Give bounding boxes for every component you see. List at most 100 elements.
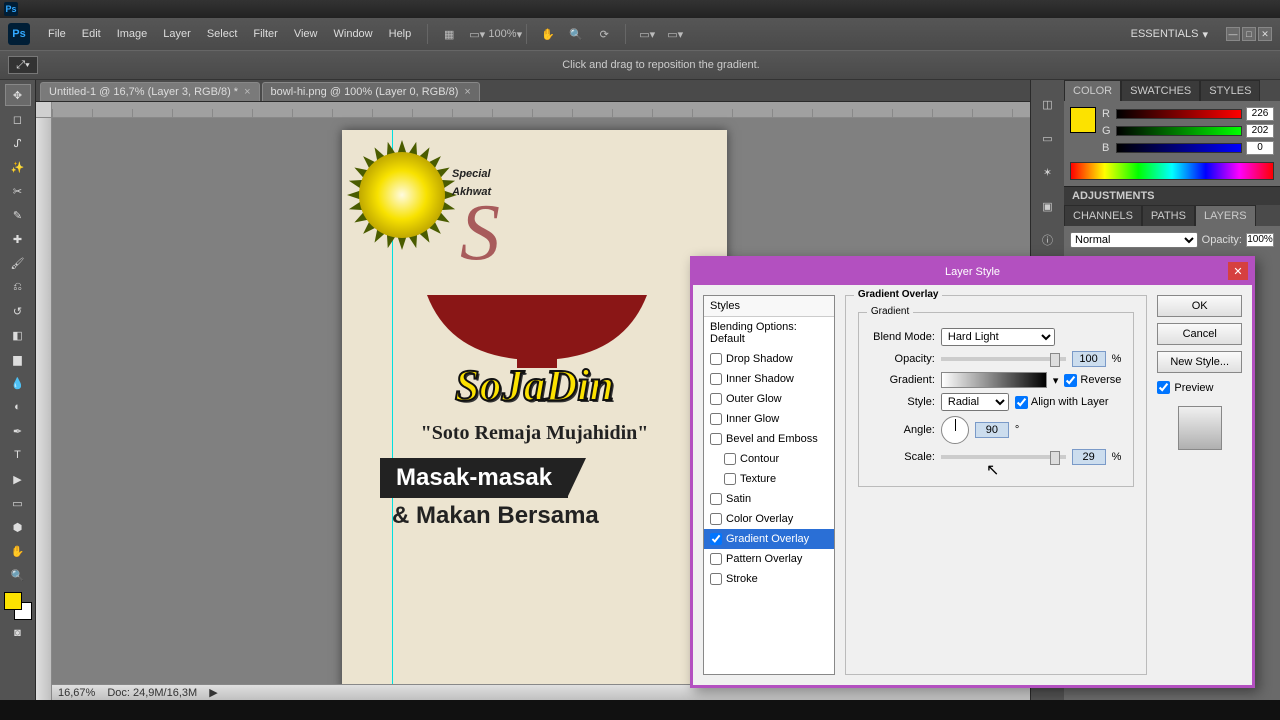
history-brush-icon[interactable]: ↺ <box>5 300 31 322</box>
panel-tab-color[interactable]: COLOR <box>1064 80 1121 101</box>
close-button[interactable]: ✕ <box>1258 27 1272 41</box>
panel-tab-paths[interactable]: PATHS <box>1142 205 1195 226</box>
zoom-readout[interactable]: 16,67% <box>58 687 95 699</box>
style-item-blending-options-default[interactable]: Blending Options: Default <box>704 317 834 349</box>
panel-tab-channels[interactable]: CHANNELS <box>1064 205 1142 226</box>
style-item-inner-shadow[interactable]: Inner Shadow <box>704 369 834 389</box>
style-checkbox[interactable] <box>710 513 722 525</box>
current-tool-icon[interactable]: ⤢▾ <box>8 56 38 74</box>
navigator-icon[interactable]: ▭ <box>1038 128 1058 148</box>
vertical-ruler[interactable] <box>36 118 52 700</box>
style-checkbox[interactable] <box>710 353 722 365</box>
rotate-view-icon[interactable]: ⟳ <box>594 24 614 44</box>
style-item-color-overlay[interactable]: Color Overlay <box>704 509 834 529</box>
chevron-down-icon[interactable]: ▾ <box>1053 374 1059 387</box>
path-select-icon[interactable]: ▶ <box>5 468 31 490</box>
menu-filter[interactable]: Filter <box>245 24 285 44</box>
styles-list-header[interactable]: Styles <box>704 296 834 317</box>
menu-help[interactable]: Help <box>381 24 420 44</box>
shape-tool-icon[interactable]: ▭ <box>5 492 31 514</box>
r-value[interactable]: 226 <box>1246 107 1274 121</box>
close-icon[interactable]: × <box>244 86 250 98</box>
g-value[interactable]: 202 <box>1246 124 1274 138</box>
menu-select[interactable]: Select <box>199 24 246 44</box>
style-checkbox[interactable] <box>710 433 722 445</box>
b-slider[interactable] <box>1116 143 1242 153</box>
brush-tool-icon[interactable]: 🖌 <box>5 252 31 274</box>
blend-mode-select[interactable]: Hard Light <box>941 328 1055 346</box>
horizontal-ruler[interactable] <box>52 102 1030 118</box>
style-checkbox[interactable] <box>710 393 722 405</box>
doc-info[interactable]: Doc: 24,9M/16,3M <box>107 687 197 699</box>
clone-source-icon[interactable]: ▣ <box>1038 196 1058 216</box>
opacity-input[interactable] <box>1072 351 1106 367</box>
launch-bridge-icon[interactable]: ▦ <box>439 24 459 44</box>
document-tab[interactable]: bowl-hi.png @ 100% (Layer 0, RGB/8)× <box>262 82 480 101</box>
screen-mode-icon[interactable]: ▭▾ <box>637 24 657 44</box>
style-checkbox[interactable] <box>710 493 722 505</box>
opacity-slider[interactable] <box>941 357 1066 361</box>
menu-view[interactable]: View <box>286 24 326 44</box>
move-tool-icon[interactable]: ✥ <box>5 84 31 106</box>
style-checkbox[interactable] <box>724 453 736 465</box>
style-checkbox[interactable] <box>724 473 736 485</box>
scale-slider[interactable] <box>941 455 1066 459</box>
marquee-tool-icon[interactable]: ◻ <box>5 108 31 130</box>
hand-icon[interactable]: ✋ <box>538 24 558 44</box>
adjustments-panel-header[interactable]: ADJUSTMENTS <box>1064 186 1280 205</box>
quickmask-icon[interactable]: ◙ <box>5 622 31 644</box>
dodge-tool-icon[interactable]: ◐ <box>5 396 31 418</box>
crop-tool-icon[interactable]: ✂ <box>5 180 31 202</box>
reverse-checkbox[interactable] <box>1064 374 1077 387</box>
menu-file[interactable]: File <box>40 24 74 44</box>
info-icon[interactable]: ⓘ <box>1038 230 1058 250</box>
blur-tool-icon[interactable]: 💧 <box>5 372 31 394</box>
style-select[interactable]: Radial <box>941 393 1009 411</box>
spectrum-picker[interactable] <box>1070 162 1274 180</box>
angle-input[interactable] <box>975 422 1009 438</box>
style-item-satin[interactable]: Satin <box>704 489 834 509</box>
angle-dial[interactable] <box>941 416 969 444</box>
eraser-tool-icon[interactable]: ◧ <box>5 324 31 346</box>
panel-tab-swatches[interactable]: SWATCHES <box>1121 80 1200 101</box>
panel-tab-layers[interactable]: LAYERS <box>1195 205 1256 226</box>
style-checkbox[interactable] <box>710 413 722 425</box>
style-item-stroke[interactable]: Stroke <box>704 569 834 589</box>
g-slider[interactable] <box>1116 126 1242 136</box>
zoom-level-icon[interactable]: 100%▾ <box>495 24 515 44</box>
style-checkbox[interactable] <box>710 553 722 565</box>
style-item-inner-glow[interactable]: Inner Glow <box>704 409 834 429</box>
layer-blend-mode[interactable]: Normal <box>1070 232 1198 248</box>
wand-tool-icon[interactable]: ✨ <box>5 156 31 178</box>
panel-tab-styles[interactable]: STYLES <box>1200 80 1260 101</box>
cancel-button[interactable]: Cancel <box>1157 323 1242 345</box>
histogram-icon[interactable]: ◫ <box>1038 94 1058 114</box>
3d-tool-icon[interactable]: ⬢ <box>5 516 31 538</box>
hand-tool-icon[interactable]: ✋ <box>5 540 31 562</box>
r-slider[interactable] <box>1116 109 1242 119</box>
lasso-tool-icon[interactable]: ᔑ <box>5 132 31 154</box>
document-tab[interactable]: Untitled-1 @ 16,7% (Layer 3, RGB/8) *× <box>40 82 260 101</box>
menu-edit[interactable]: Edit <box>74 24 109 44</box>
type-tool-icon[interactable]: T <box>5 444 31 466</box>
menu-layer[interactable]: Layer <box>155 24 199 44</box>
layer-opacity-value[interactable]: 100% <box>1246 233 1274 247</box>
gradient-preview[interactable] <box>941 372 1047 388</box>
color-swatch[interactable] <box>1070 107 1096 133</box>
style-checkbox[interactable] <box>710 373 722 385</box>
gradient-tool-icon[interactable]: ▆ <box>5 348 31 370</box>
eyedropper-tool-icon[interactable]: ✎ <box>5 204 31 226</box>
style-item-texture[interactable]: Texture <box>704 469 834 489</box>
dialog-titlebar[interactable]: Layer Style ✕ <box>693 259 1252 285</box>
zoom-tool-icon[interactable]: 🔍 <box>5 564 31 586</box>
style-item-drop-shadow[interactable]: Drop Shadow <box>704 349 834 369</box>
menu-image[interactable]: Image <box>109 24 156 44</box>
foreground-color[interactable] <box>4 592 22 610</box>
scale-input[interactable] <box>1072 449 1106 465</box>
style-checkbox[interactable] <box>710 533 722 545</box>
stamp-tool-icon[interactable]: ⎌ <box>5 276 31 298</box>
pen-tool-icon[interactable]: ✒ <box>5 420 31 442</box>
style-item-contour[interactable]: Contour <box>704 449 834 469</box>
menu-window[interactable]: Window <box>326 24 381 44</box>
style-item-gradient-overlay[interactable]: Gradient Overlay <box>704 529 834 549</box>
